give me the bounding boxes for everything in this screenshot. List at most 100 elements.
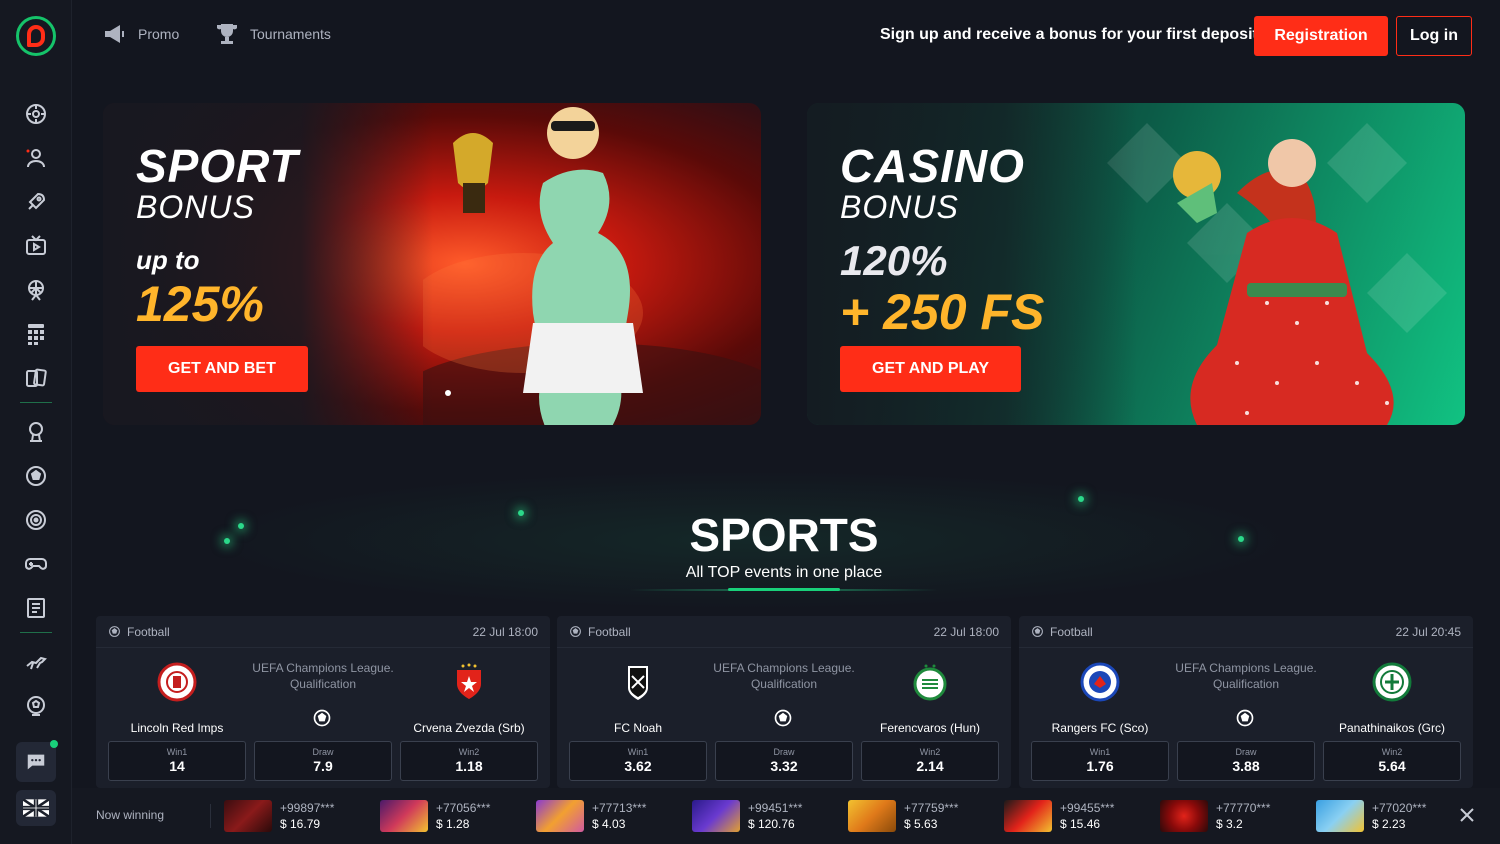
casino-banner-percent: 120% (840, 237, 948, 284)
sport-banner-title: SPORT (136, 140, 299, 192)
event-league-label: UEFA Champions League. Qualification (713, 661, 855, 691)
target-icon[interactable] (22, 506, 50, 534)
chat-button[interactable] (16, 740, 58, 782)
odd-label: Win2 (458, 747, 480, 757)
get-and-bet-button[interactable]: GET AND BET (136, 346, 308, 392)
sports-section-title: SPORTS (689, 509, 879, 561)
winner-item[interactable]: +77713*** $ 4.03 (536, 800, 646, 832)
odd-win1[interactable]: Win1 1.76 (1031, 741, 1169, 781)
odd-value: 3.32 (770, 758, 798, 774)
sport-banner-amount: 125% (136, 276, 264, 332)
tv-icon[interactable] (22, 232, 50, 260)
winner-item[interactable]: +77020*** $ 2.23 (1316, 800, 1426, 832)
nav-promo-label: Promo (138, 26, 180, 42)
odd-win2[interactable]: Win2 1.18 (400, 741, 538, 781)
glow-dot (1078, 496, 1084, 502)
cards-icon[interactable] (22, 364, 50, 392)
esports-icon[interactable] (22, 418, 50, 446)
winner-amount: $ 16.79 (280, 817, 321, 831)
bingo-icon[interactable] (22, 320, 50, 348)
ferris-wheel-icon[interactable] (22, 276, 50, 304)
away-team-name: Panathinaikos (Grc) (1338, 721, 1446, 735)
odd-label: Win1 (1089, 747, 1111, 757)
winner-item[interactable]: +99897*** $ 16.79 (224, 800, 334, 832)
odd-label: Win1 (166, 747, 188, 757)
team-crest-icon (628, 666, 648, 700)
rocket-icon[interactable] (22, 188, 50, 216)
login-button[interactable]: Log in (1396, 16, 1472, 56)
event-card[interactable]: Football 22 Jul 18:00 UEFA Champions Lea… (96, 616, 550, 788)
odd-win1[interactable]: Win1 14 (108, 741, 246, 781)
odd-win1[interactable]: Win1 3.62 (569, 741, 707, 781)
winner-item[interactable]: +77759*** $ 5.63 (848, 800, 958, 832)
sport-bonus-banner[interactable]: SPORT BONUS up to 125% GET AND BET (103, 103, 761, 425)
odd-draw[interactable]: Draw 3.32 (715, 741, 853, 781)
casino-banner-subtitle: BONUS (840, 189, 959, 225)
football-icon (570, 626, 581, 637)
event-league-label: UEFA Champions League. Qualification (1175, 661, 1317, 691)
registration-button[interactable]: Registration (1254, 16, 1388, 56)
winner-user: +77759*** (904, 801, 959, 815)
winner-user: +77713*** (592, 801, 647, 815)
roulette-icon[interactable] (22, 100, 50, 128)
horse-racing-icon[interactable] (22, 648, 50, 676)
dealer-icon[interactable] (22, 144, 50, 172)
event-card[interactable]: Football 22 Jul 20:45 UEFA Champions Lea… (1019, 616, 1473, 788)
winner-item[interactable]: +99455*** $ 15.46 (1004, 800, 1114, 832)
megaphone-icon (105, 25, 124, 43)
winner-amount: $ 15.46 (1060, 817, 1101, 831)
nav-tournaments[interactable]: Tournaments (214, 22, 331, 46)
winner-user: +77770*** (1216, 801, 1271, 815)
team-crest-icon (157, 662, 197, 702)
gamepad-icon[interactable] (22, 550, 50, 578)
home-team: Rangers FC (Sco) (1025, 662, 1175, 735)
football-icon[interactable] (22, 462, 50, 490)
ticket-icon[interactable] (22, 594, 50, 622)
winner-amount: $ 3.2 (1216, 817, 1243, 831)
online-dot (50, 740, 58, 748)
glow-dot (1238, 536, 1244, 542)
logo[interactable] (16, 16, 56, 56)
event-card[interactable]: Football 22 Jul 18:00 UEFA Champions Lea… (557, 616, 1011, 788)
top-header: Promo Tournaments Sign up and receive a … (72, 0, 1500, 70)
nav-tournaments-label: Tournaments (250, 26, 331, 42)
winner-item[interactable]: +99451*** $ 120.76 (692, 800, 802, 832)
odd-draw[interactable]: Draw 7.9 (254, 741, 392, 781)
odd-value: 7.9 (313, 758, 333, 774)
close-icon[interactable] (1458, 806, 1476, 824)
odd-label: Win1 (627, 747, 649, 757)
odd-value: 14 (169, 758, 185, 774)
nav-promo[interactable]: Promo (102, 22, 179, 46)
odd-draw[interactable]: Draw 3.88 (1177, 741, 1315, 781)
sidebar-divider (20, 632, 52, 633)
winner-item[interactable]: +77056*** $ 1.28 (380, 800, 490, 832)
odd-label: Win2 (919, 747, 941, 757)
now-winning-bar: Now winning +99897*** $ 16.79 +77056*** $ … (72, 788, 1500, 844)
glow-dot (518, 510, 524, 516)
event-card-header: Football 22 Jul 18:00 (557, 616, 1011, 648)
virtual-football-icon[interactable] (22, 692, 50, 720)
event-card-header: Football 22 Jul 20:45 (1019, 616, 1473, 648)
home-team-name: Lincoln Red Imps (130, 721, 224, 735)
team-crest-icon (1080, 662, 1120, 702)
game-thumbnail (224, 800, 272, 832)
away-team-name: Crvena Zvezda (Srb) (413, 721, 525, 735)
event-sport: Football (569, 625, 631, 639)
odd-win2[interactable]: Win2 2.14 (861, 741, 999, 781)
home-team: Lincoln Red Imps (102, 662, 252, 735)
winner-item[interactable]: +77770*** $ 3.2 (1160, 800, 1270, 832)
team-crest-icon (913, 664, 947, 701)
glow-dot (238, 523, 244, 529)
get-and-play-button[interactable]: GET AND PLAY (840, 346, 1022, 392)
casino-bonus-banner[interactable]: CASINO BONUS 120% + 250 FS GET AND PLAY (807, 103, 1465, 425)
odd-win2[interactable]: Win2 5.64 (1323, 741, 1461, 781)
odd-label: Draw (1235, 747, 1257, 757)
game-thumbnail (1160, 800, 1208, 832)
odds-row: Win1 14 Draw 7.9 Win2 1.18 (108, 741, 538, 781)
champions-league-ball-icon (1236, 709, 1254, 727)
sports-section-subtitle: All TOP events in one place (685, 564, 883, 581)
game-thumbnail (1316, 800, 1364, 832)
winner-user: +77020*** (1372, 801, 1427, 815)
event-datetime: 22 Jul 18:00 (933, 624, 999, 639)
language-button[interactable] (16, 790, 56, 826)
